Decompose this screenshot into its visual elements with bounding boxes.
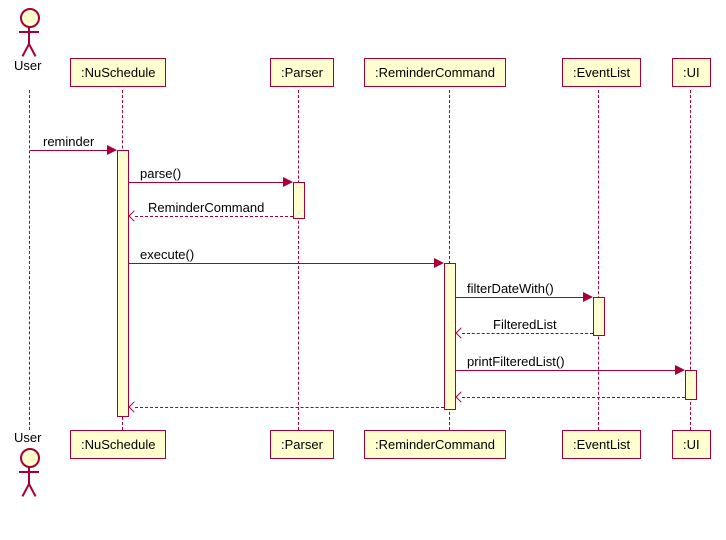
lifeline-eventlist	[598, 90, 599, 430]
msg-execute-arrow	[434, 258, 444, 268]
activation-nuschedule	[117, 150, 129, 417]
msg-filteredlist-line	[462, 333, 593, 334]
participant-eventlist-bottom: :EventList	[562, 430, 641, 459]
msg-remindercmd-return2-arrow	[128, 401, 139, 412]
actor-user-bottom-label: User	[14, 430, 41, 445]
participant-ui-top-label: :UI	[683, 65, 700, 80]
participant-nuschedule-top: :NuSchedule	[70, 58, 166, 87]
msg-remindercmd-return-arrow	[128, 210, 139, 221]
msg-filterdate-line	[455, 297, 586, 298]
msg-remindercmd-return-line	[135, 216, 293, 217]
participant-nuschedule-bottom-label: :NuSchedule	[81, 437, 155, 452]
msg-reminder-label: reminder	[43, 134, 94, 149]
participant-eventlist-top-label: :EventList	[573, 65, 630, 80]
activation-eventlist	[593, 297, 605, 336]
msg-remindercmd-return2-line	[135, 407, 444, 408]
msg-parse-arrow	[283, 177, 293, 187]
activation-ui	[685, 370, 697, 400]
participant-parser-bottom-label: :Parser	[281, 437, 323, 452]
msg-filteredlist-arrow	[455, 327, 466, 338]
msg-remindercmd-return-label: ReminderCommand	[148, 200, 264, 215]
participant-remindercmd-bottom: :ReminderCommand	[364, 430, 506, 459]
msg-printfiltered-label: printFilteredList()	[467, 354, 565, 369]
participant-nuschedule-bottom: :NuSchedule	[70, 430, 166, 459]
participant-remindercmd-top: :ReminderCommand	[364, 58, 506, 87]
msg-filterdate-arrow	[583, 292, 593, 302]
lifeline-user	[29, 90, 30, 430]
participant-ui-bottom-label: :UI	[683, 437, 700, 452]
msg-parse-label: parse()	[140, 166, 181, 181]
activation-remindercmd	[444, 263, 456, 410]
msg-execute-line	[128, 263, 437, 264]
msg-ui-return-line	[462, 397, 685, 398]
participant-parser-top-label: :Parser	[281, 65, 323, 80]
msg-ui-return-arrow	[455, 391, 466, 402]
participant-eventlist-top: :EventList	[562, 58, 641, 87]
msg-printfiltered-arrow	[675, 365, 685, 375]
participant-parser-top: :Parser	[270, 58, 334, 87]
msg-parse-line	[128, 182, 286, 183]
actor-user-top-label: User	[14, 58, 41, 73]
msg-filteredlist-label: FilteredList	[493, 317, 557, 332]
msg-printfiltered-line	[455, 370, 678, 371]
msg-reminder-line	[30, 150, 110, 151]
participant-eventlist-bottom-label: :EventList	[573, 437, 630, 452]
participant-remindercmd-bottom-label: :ReminderCommand	[375, 437, 495, 452]
lifeline-parser	[298, 90, 299, 430]
participant-ui-bottom: :UI	[672, 430, 711, 459]
participant-remindercmd-top-label: :ReminderCommand	[375, 65, 495, 80]
msg-filterdate-label: filterDateWith()	[467, 281, 554, 296]
activation-parser	[293, 182, 305, 219]
msg-reminder-arrow	[107, 145, 117, 155]
msg-execute-label: execute()	[140, 247, 194, 262]
participant-parser-bottom: :Parser	[270, 430, 334, 459]
participant-ui-top: :UI	[672, 58, 711, 87]
participant-nuschedule-top-label: :NuSchedule	[81, 65, 155, 80]
